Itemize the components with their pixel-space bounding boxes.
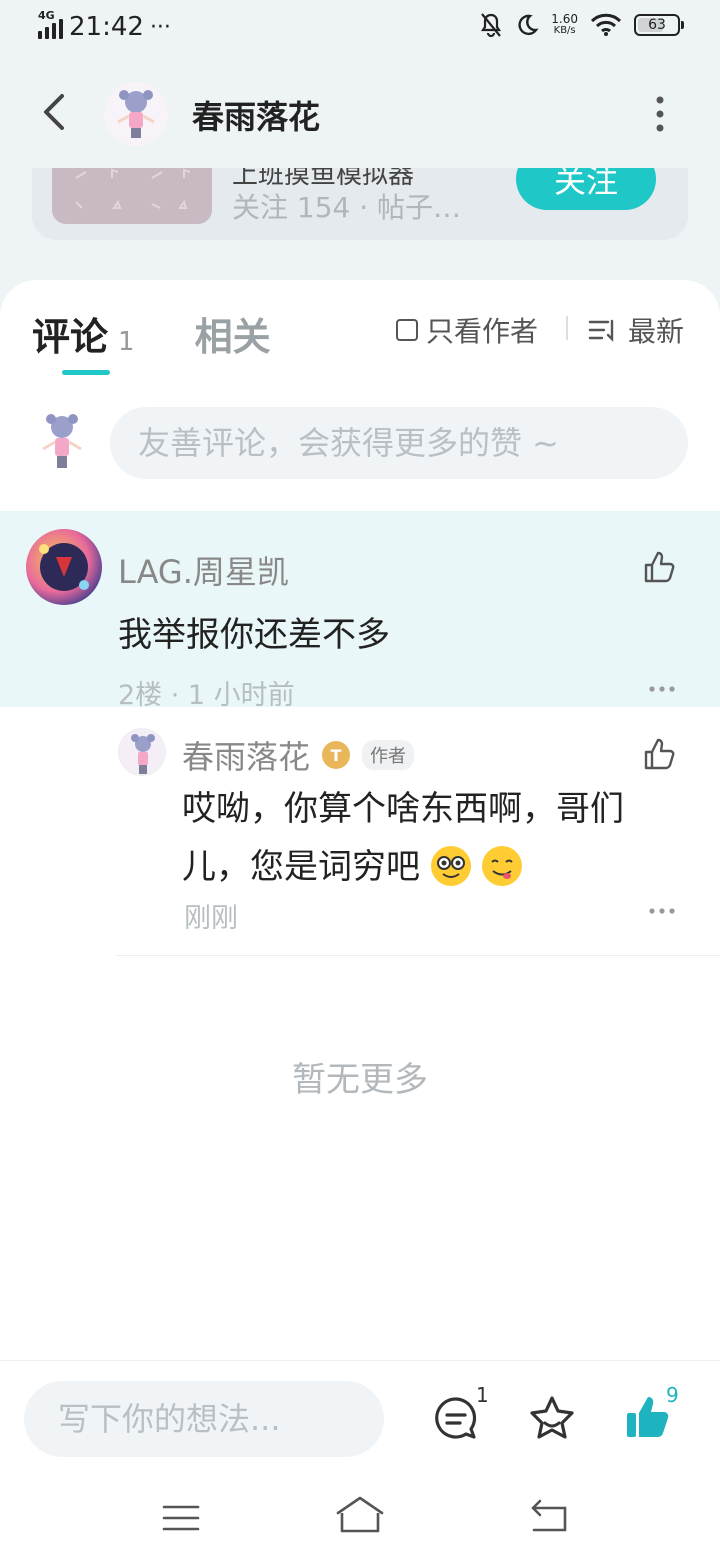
reply-text: 哎呦，你算个啥东西啊，哥们儿，您是词穷吧 [182,789,624,887]
reply-user-row: 春雨落花 T 作者 [182,732,415,778]
anime-avatar-icon [42,414,82,468]
yum-face-emoji-icon [481,846,522,886]
status-right: 1.60 KB/s 63 [479,12,684,38]
filter-divider [566,316,568,340]
mute-icon [481,13,502,38]
commenter-name[interactable]: LAG.周星凯 [118,547,289,593]
anime-avatar-icon [131,734,155,774]
checkbox-icon[interactable] [396,319,418,341]
top-header: 春雨落花 [0,64,720,160]
tab-bar: 评论 1 相关 [32,306,271,361]
only-author-label: 只看作者 [426,315,539,348]
clock: 21:42 [69,12,144,42]
menu-nav-icon[interactable] [162,1503,200,1533]
author-badge: 作者 [362,740,415,770]
more-horizontal-icon[interactable] [648,685,676,693]
sort-icon [588,319,614,342]
author-avatar[interactable] [104,82,168,146]
home-nav-icon[interactable] [336,1495,384,1535]
comment-item[interactable]: LAG.周星凯 我举报你还差不多 2楼 · 1 小时前 [0,511,720,711]
back-arrow-icon[interactable] [36,90,76,134]
sort-label: 最新 [628,315,685,348]
pattern-icon [75,168,191,209]
moon-icon [518,14,539,36]
nerd-face-emoji-icon [430,846,471,886]
my-avatar [38,411,86,477]
sort-toggle[interactable]: 最新 [588,310,684,350]
status-bar: 4G 21:42 ··· 1.60 KB/s 63 [0,0,720,56]
anime-avatar-icon [104,82,168,146]
reply-divider [116,955,720,956]
comment-input[interactable] [110,407,688,479]
only-author-filter[interactable]: 只看作者 [396,310,538,350]
wifi-icon [590,13,622,36]
more-horizontal-icon[interactable] [648,907,676,915]
tab-related[interactable]: 相关 [195,306,271,361]
commenter-avatar[interactable] [26,529,102,605]
reply-text-block: 哎呦，你算个啥东西啊，哥们儿，您是词穷吧 [182,780,662,896]
like-count-badge: 9 [666,1383,679,1407]
follow-button[interactable]: 关注 [516,168,656,210]
thumbs-up-icon[interactable] [642,549,678,585]
thumbs-up-filled-icon[interactable] [624,1393,672,1441]
comment-meta: 2楼 · 1 小时前 [118,680,295,711]
battery-icon: 63 [634,14,684,36]
comment-text: 我举报你还差不多 [118,615,390,655]
tab-comments[interactable]: 评论 [32,306,108,361]
comment-compose-row [0,405,720,485]
level-badge: T [322,741,351,769]
more-vertical-icon[interactable] [650,94,670,134]
network-type: 4G [38,9,55,22]
thumbs-up-icon[interactable] [642,736,678,772]
topic-card[interactable]: 上班摸鱼模拟器 关注 154 · 帖子… 关注 [32,168,688,240]
net-speed: 1.60 KB/s [551,12,578,36]
bottom-action-bar: 1 9 [0,1360,720,1560]
back-nav-icon[interactable] [530,1499,568,1533]
star-icon[interactable] [526,1393,578,1445]
reply-avatar[interactable] [118,728,166,776]
status-left: 4G 21:42 ··· [38,9,171,42]
character-avatar-icon [39,543,89,591]
battery-level: 63 [648,17,666,33]
no-more-text: 暂无更多 [292,1060,428,1100]
page-title: 春雨落花 [192,98,321,136]
comment-icon[interactable] [432,1395,480,1443]
write-thought-input[interactable] [24,1381,384,1457]
reply-username[interactable]: 春雨落花 [182,732,310,778]
topic-meta: 关注 154 · 帖子… [232,191,462,224]
active-tab-indicator [62,370,110,375]
comments-count: 1 [118,327,135,357]
topic-thumbnail [52,168,212,224]
comment-count-badge: 1 [476,1383,489,1407]
signal-icon: 4G [38,9,63,39]
reply-meta: 刚刚 [184,903,238,934]
status-dots: ··· [149,14,171,40]
